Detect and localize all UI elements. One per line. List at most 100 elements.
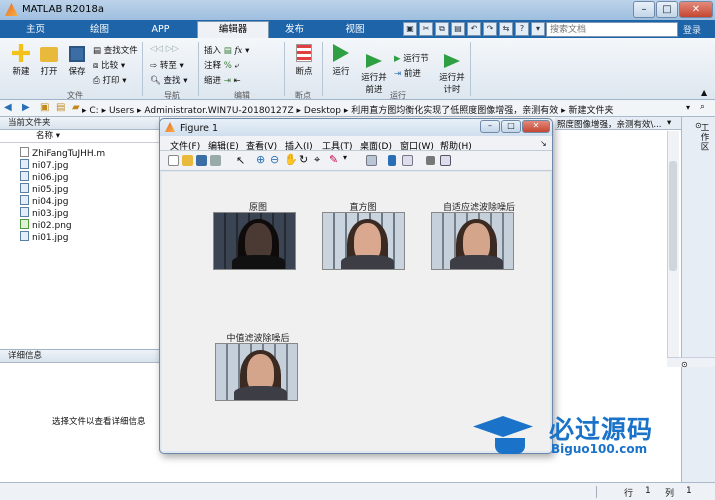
file-name: ni06.jpg — [32, 173, 69, 183]
help-quick-icon[interactable]: ? — [515, 22, 529, 36]
zoom-out-icon[interactable]: ⊖ — [270, 153, 279, 166]
list-item[interactable]: ni04.jpg — [20, 195, 68, 207]
new-button[interactable]: 新建 — [8, 44, 34, 77]
address-dropdown-icon[interactable]: ▾ — [686, 103, 690, 112]
list-item[interactable]: ni05.jpg — [20, 183, 68, 195]
breadcrumb-user[interactable]: Administrator.WIN7U-20180127Z — [144, 106, 293, 116]
open-button[interactable]: 打开 — [36, 44, 62, 77]
forward-arrow-icon[interactable]: ▶ — [22, 102, 30, 113]
compare-button[interactable]: ⧈ 比较 ▾ — [93, 59, 125, 71]
tab-publish[interactable]: 发布 — [272, 22, 317, 38]
hide-plot-tools-icon[interactable] — [426, 156, 435, 165]
close-button[interactable]: ✕ — [679, 1, 713, 18]
panel-dropdown-icon[interactable]: ⊙ — [681, 360, 688, 369]
address-search-icon[interactable]: ⌕ — [700, 102, 705, 112]
tab-home[interactable]: 主页 — [8, 22, 63, 38]
minimize-button[interactable]: – — [633, 1, 655, 18]
scrollbar-thumb[interactable] — [669, 161, 677, 271]
figure-titlebar: Figure 1 – □ ✕ — [160, 119, 552, 136]
breadcrumb-desktop[interactable]: Desktop — [304, 106, 341, 116]
switch-window-icon[interactable]: ⇆ — [499, 22, 513, 36]
link-plot-icon[interactable] — [366, 155, 377, 166]
maximize-button[interactable]: □ — [656, 1, 678, 18]
back-arrow-icon[interactable]: ◀ — [4, 102, 12, 113]
figure-maximize-button[interactable]: □ — [501, 120, 521, 133]
figure-canvas[interactable]: 原图 直方图 自适应滤波除噪后 中值滤波除噪后 — [162, 172, 550, 451]
menubar-dock-icon[interactable]: ↘ — [540, 139, 547, 148]
insert-button[interactable]: 插入 ▤ fx ▾ — [204, 44, 249, 56]
up-folder-icon[interactable]: ▣ — [40, 102, 49, 113]
breadcrumb-new-folder[interactable]: 新建文件夹 — [569, 106, 614, 116]
run-time-button[interactable]: 运行并 计时 — [438, 44, 466, 105]
cut-quick-icon[interactable]: ✂ — [419, 22, 433, 36]
tab-view[interactable]: 视图 — [330, 22, 380, 38]
search-docs-input[interactable] — [546, 22, 678, 37]
tab-nav-arrow-icon[interactable]: ▾ — [667, 118, 671, 128]
dropdown-quick-icon[interactable]: ▾ — [531, 22, 545, 36]
breadcrumb-drive[interactable]: C: — [89, 106, 98, 116]
breadcrumb-users[interactable]: Users — [109, 106, 134, 116]
column-header-name[interactable]: 名称 ▾ — [0, 130, 159, 143]
brush-dropdown-icon[interactable]: ▾ — [343, 153, 347, 162]
breadcrumb-project[interactable]: 利用直方图均衡化实现了低照度图像增强，亲测有效 — [351, 106, 558, 116]
list-item[interactable]: ni06.jpg — [20, 171, 68, 183]
subplot-image-original[interactable] — [213, 212, 296, 270]
run-section-button[interactable]: ▶ 运行节 — [394, 52, 429, 64]
zoom-in-icon[interactable]: ⊕ — [256, 153, 265, 166]
find-button[interactable]: 🔍︎ 查找 ▾ — [150, 74, 187, 86]
list-item[interactable]: ni07.jpg — [20, 159, 68, 171]
browse-folder-icon[interactable]: ▤ — [56, 102, 65, 113]
watermark-brand: 必过源码 — [549, 415, 654, 444]
figure-close-button[interactable]: ✕ — [522, 120, 550, 133]
subplot-image-adaptive-filter[interactable] — [431, 212, 514, 270]
copy-quick-icon[interactable]: ⧉ — [435, 22, 449, 36]
undo-quick-icon[interactable]: ↶ — [467, 22, 481, 36]
list-item[interactable]: ni03.jpg — [20, 207, 68, 219]
breakpoints-button[interactable]: 断点 — [290, 44, 318, 77]
show-plot-tools-icon[interactable] — [440, 155, 451, 166]
run-button[interactable]: 运行 — [328, 44, 354, 77]
editor-tab-partial[interactable]: 照度图像增强，亲测有效\... — [557, 118, 661, 130]
paste-quick-icon[interactable]: ▤ — [451, 22, 465, 36]
workspace-side-tab[interactable]: 工作区 — [698, 123, 710, 152]
brush-icon[interactable]: ✎ — [329, 153, 338, 166]
list-item[interactable]: ni01.jpg — [20, 231, 68, 243]
list-item[interactable]: ni02.png — [20, 219, 72, 231]
tab-apps[interactable]: APP — [133, 22, 188, 38]
login-link[interactable]: 登录 — [683, 23, 701, 36]
print-button[interactable]: ⎙ 打印 ▾ — [93, 74, 127, 86]
tab-plots[interactable]: 绘图 — [72, 22, 127, 38]
run-play-icon — [333, 44, 349, 62]
subplot-image-median-filter[interactable] — [215, 343, 298, 401]
data-cursor-icon[interactable]: ⌖ — [314, 153, 320, 167]
pan-hand-icon[interactable]: ✋ — [284, 153, 298, 166]
tab-editor[interactable]: 编辑器 — [197, 21, 269, 39]
breadcrumb: ▸ C: ▸ Users ▸ Administrator.WIN7U-20180… — [82, 106, 614, 116]
advance-button[interactable]: ⇥ 前进 — [394, 67, 421, 79]
pointer-icon[interactable]: ↖ — [236, 154, 245, 167]
file-name: ni07.jpg — [32, 161, 69, 171]
save-quick-icon[interactable]: ▣ — [403, 22, 417, 36]
collapse-ribbon-icon[interactable]: ▲ — [701, 88, 707, 97]
comment-label: 注释 — [204, 61, 222, 71]
nav-back-forward-icon[interactable]: ◁◁ ▷▷ — [150, 44, 179, 54]
figure-minimize-button[interactable]: – — [480, 120, 500, 133]
find-files-button[interactable]: ▤ 查找文件 — [93, 44, 138, 56]
print-figure-icon[interactable] — [210, 155, 221, 166]
subplot-image-histeq[interactable] — [322, 212, 405, 270]
indent-button[interactable]: 缩进 ⇥ ⇤ — [204, 74, 241, 86]
redo-quick-icon[interactable]: ↷ — [483, 22, 497, 36]
comment-button[interactable]: 注释 % ⤶ — [204, 59, 239, 71]
image-file-icon — [20, 171, 29, 181]
new-figure-icon[interactable] — [168, 155, 179, 166]
open-file-icon[interactable] — [182, 155, 193, 166]
save-figure-icon[interactable] — [196, 155, 207, 166]
figure-window[interactable]: Figure 1 – □ ✕ 文件(F) 编辑(E) 查看(V) 插入(I) 工… — [159, 118, 553, 454]
goto-button[interactable]: ⇨ 转至 ▾ — [150, 59, 184, 71]
legend-icon[interactable] — [402, 155, 413, 166]
list-item[interactable]: ZhiFangTuJHH.m — [20, 147, 105, 159]
status-row-value: 1 — [645, 486, 651, 496]
rotate-3d-icon[interactable]: ↻ — [299, 153, 308, 166]
colorbar-icon[interactable] — [388, 155, 396, 166]
save-button[interactable]: 保存 — [64, 44, 90, 77]
